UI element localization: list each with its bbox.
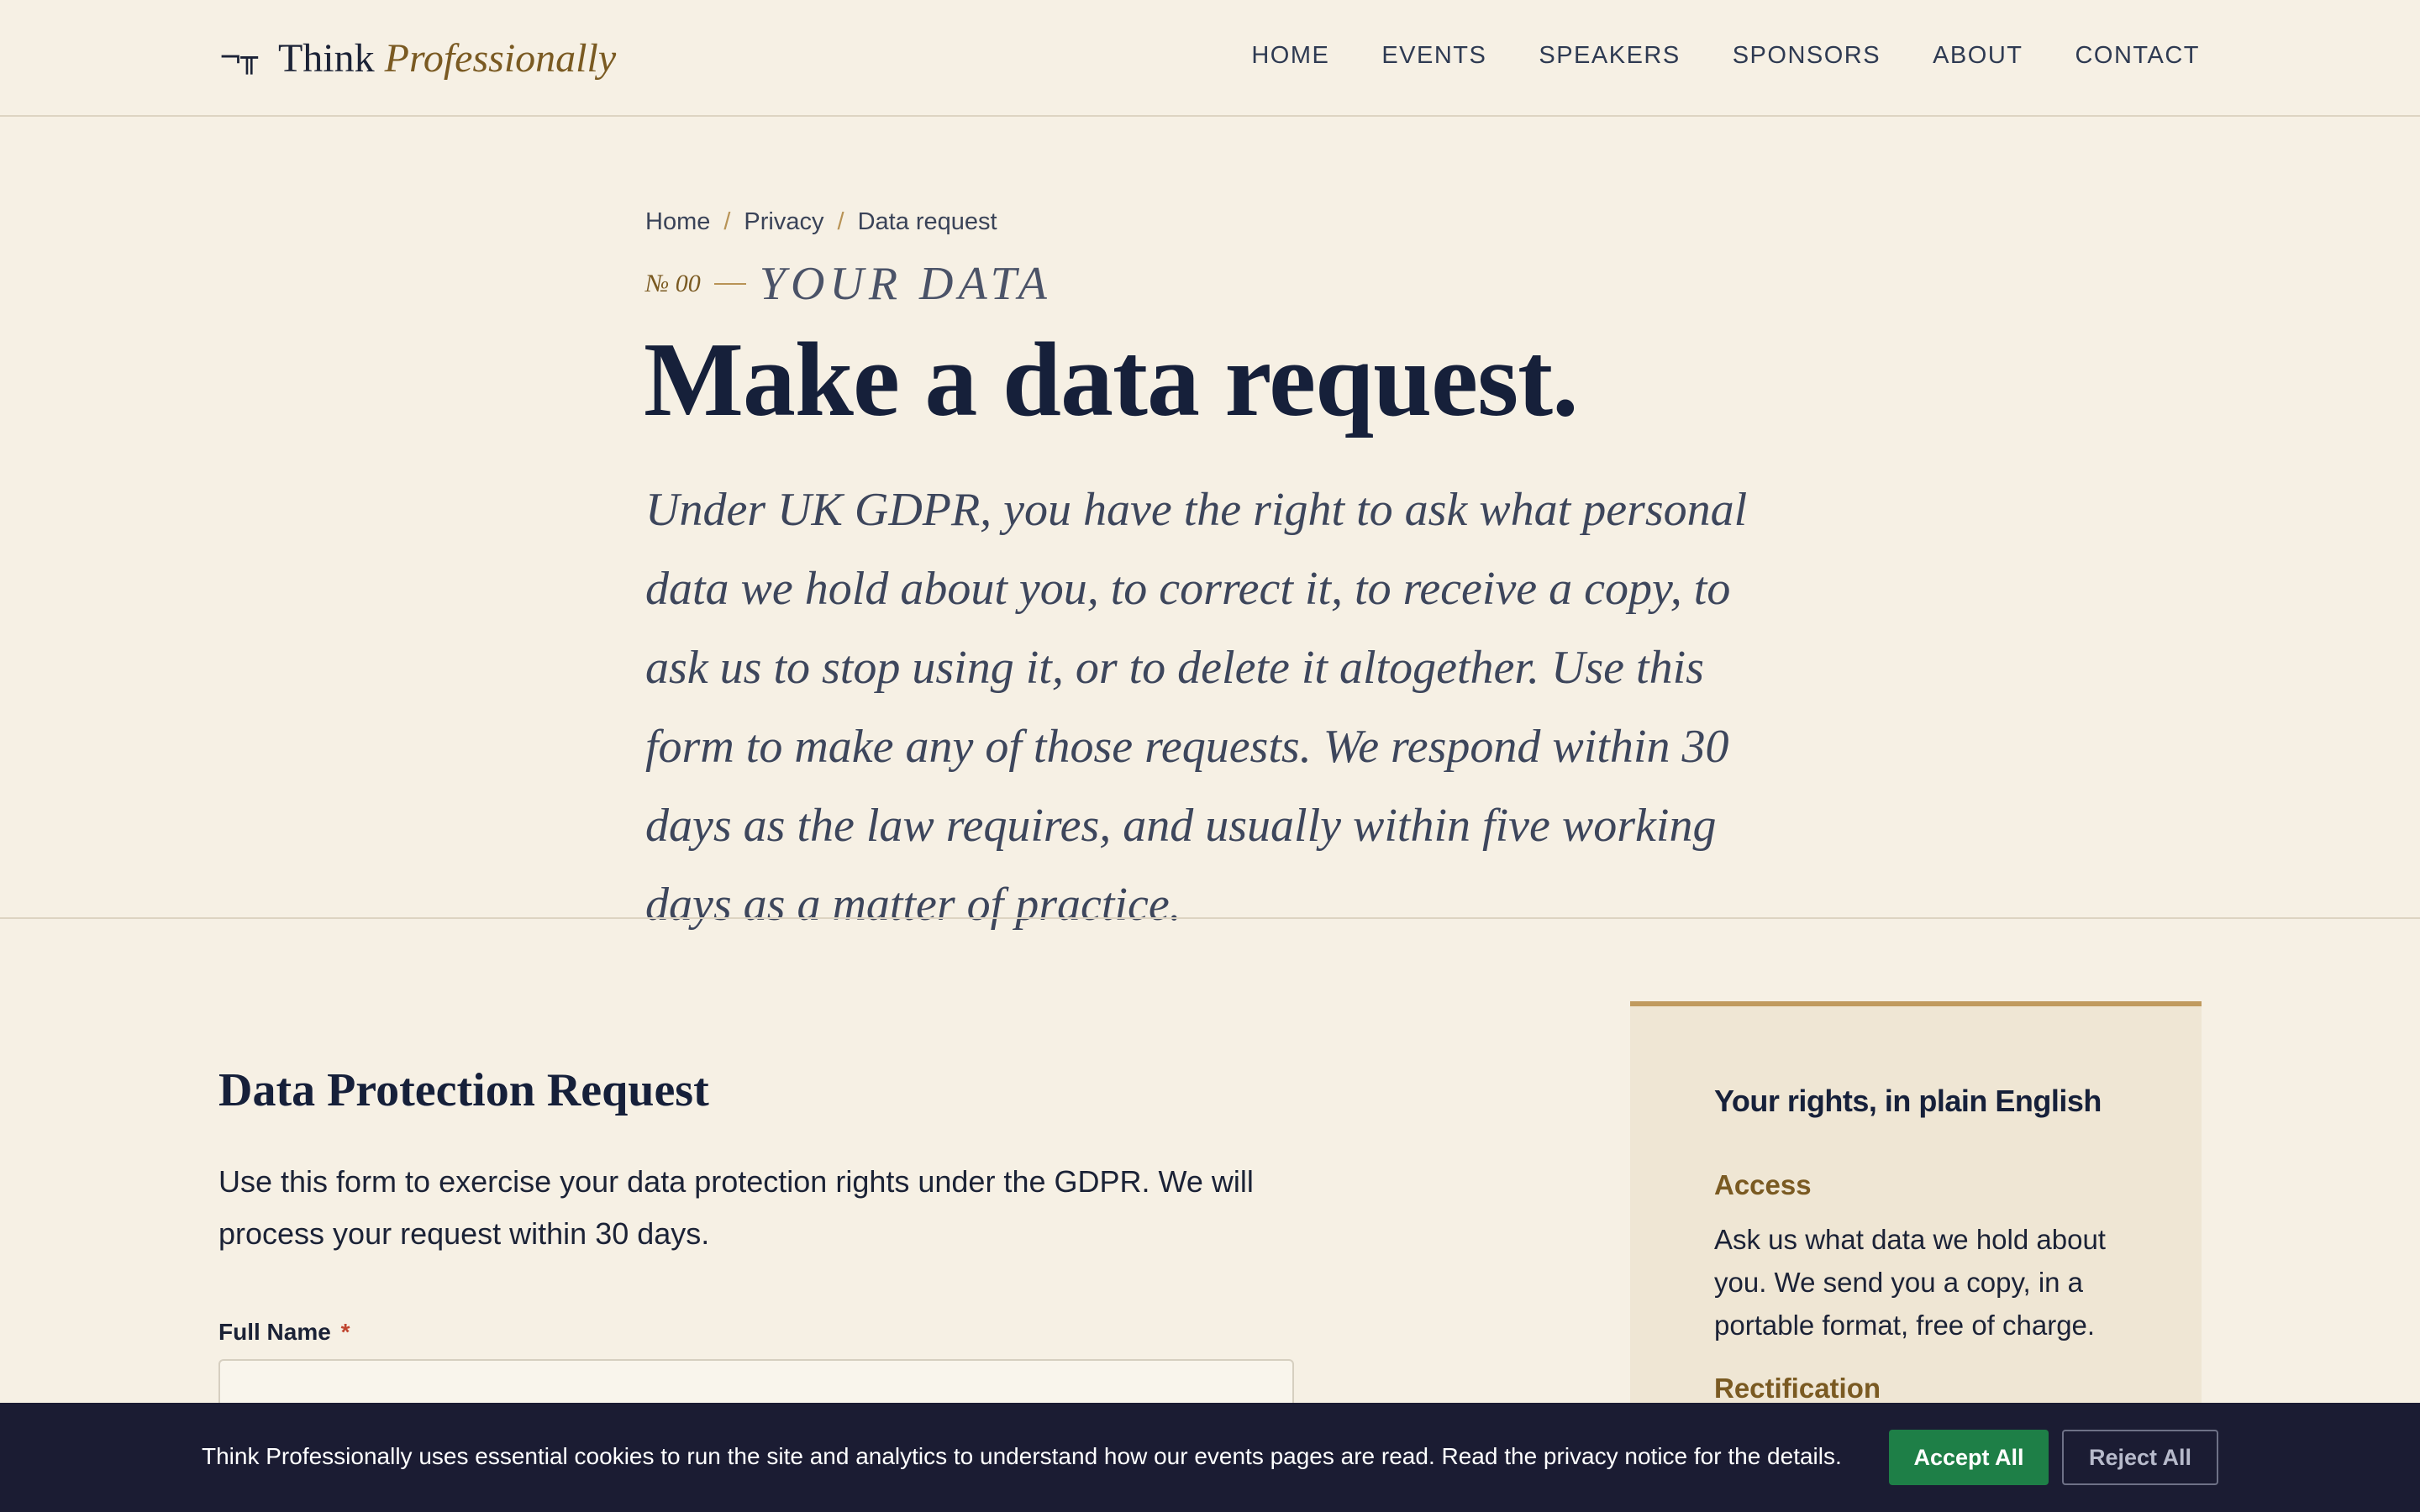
nav-about[interactable]: ABOUT (1933, 42, 2023, 70)
form-title: Data Protection Request (218, 1064, 709, 1116)
form-description: Use this form to exercise your data prot… (218, 1164, 1254, 1251)
nav-speakers[interactable]: SPEAKERS (1539, 42, 1680, 70)
cookie-text: Think Professionally uses essential cook… (202, 1443, 1842, 1469)
right-rectification-title: Rectification (1714, 1373, 1881, 1404)
hero-lead: Under UK GDPR, you have the right to ask… (645, 484, 1748, 931)
nav-contact[interactable]: CONTACT (2075, 42, 2200, 70)
logo-word-think: Think (277, 35, 375, 81)
nav-events[interactable]: EVENTS (1381, 42, 1486, 70)
nav-sponsors[interactable]: SPONSORS (1733, 42, 1881, 70)
rights-title: Your rights, in plain English (1714, 1084, 2102, 1118)
right-access-title: Access (1714, 1169, 1812, 1200)
full-name-label: Full Name * (218, 1319, 350, 1346)
section-eyebrow: № 00 YOUR DATA (645, 257, 1052, 311)
breadcrumb-separator: / (837, 208, 844, 235)
eyebrow-dash (713, 283, 746, 285)
site-logo[interactable]: ¬╥ Think Professionally (218, 30, 616, 86)
right-access-body: Ask us what data we hold about you. We s… (1714, 1224, 2106, 1341)
breadcrumb-privacy[interactable]: Privacy (744, 208, 823, 236)
logo-mark-icon: ¬╥ (218, 41, 258, 75)
breadcrumb-current: Data request (857, 208, 997, 235)
main-nav: HOME EVENTS SPEAKERS SPONSORS ABOUT CONT… (1199, 42, 2200, 70)
required-marker: * (340, 1319, 350, 1345)
site-header: ¬╥ Think Professionally HOME EVENTS SPEA… (0, 0, 2420, 117)
section-label: YOUR DATA (759, 258, 1052, 310)
accept-all-button[interactable]: Accept All (1889, 1430, 2049, 1485)
breadcrumb-separator: / (723, 208, 731, 235)
section-divider (0, 917, 2420, 919)
section-number: № 00 (645, 270, 701, 297)
page-title: Make a data request. (644, 322, 1579, 438)
full-name-label-text: Full Name (218, 1319, 331, 1345)
breadcrumb: Home / Privacy / Data request (645, 208, 997, 236)
breadcrumb-home[interactable]: Home (645, 208, 710, 236)
reject-all-button[interactable]: Reject All (2062, 1430, 2218, 1485)
cookie-banner: Think Professionally uses essential cook… (0, 1403, 2420, 1512)
nav-home[interactable]: HOME (1251, 42, 1329, 70)
logo-word-professionally: Professionally (384, 35, 617, 81)
page: ¬╥ Think Professionally HOME EVENTS SPEA… (0, 0, 2420, 1512)
